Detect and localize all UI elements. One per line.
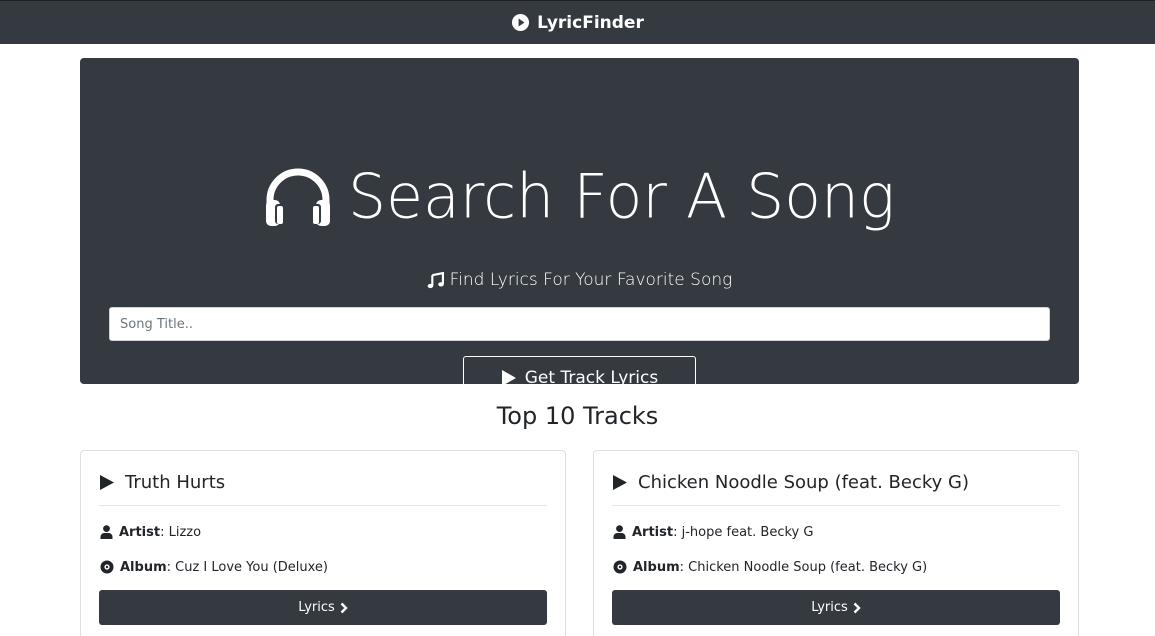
artist-value: Lizzo	[168, 524, 202, 540]
track-album: Album: Cuz I Love You (Deluxe)	[100, 557, 547, 577]
lyrics-button-label: Lyrics	[298, 600, 335, 615]
chevron-right-icon	[340, 602, 348, 613]
brand-link[interactable]: LyricFinder	[511, 13, 644, 33]
artist-value: j-hope feat. Becky G	[681, 524, 814, 540]
card-divider	[99, 505, 547, 506]
card-divider	[612, 505, 1060, 506]
track-album: Album: Chicken Noodle Soup (feat. Becky …	[613, 557, 1060, 577]
track-artist: Artist: j-hope feat. Becky G	[613, 522, 1060, 542]
artist-label: Artist	[632, 524, 674, 540]
play-icon	[501, 369, 516, 386]
get-track-lyrics-button[interactable]: Get Track Lyrics	[463, 356, 696, 399]
page-title-text: Search For A Song	[348, 161, 895, 233]
track-title: Truth Hurts	[99, 469, 547, 495]
page-title: Search For A Song	[80, 161, 1079, 233]
track-card: Truth Hurts Artist: Lizzo Album: Cuz I L…	[80, 450, 566, 636]
get-track-lyrics-label: Get Track Lyrics	[524, 367, 659, 388]
lyrics-button[interactable]: Lyrics	[99, 590, 547, 625]
headphones-icon	[266, 168, 330, 226]
compact-disc-icon	[613, 560, 627, 574]
play-icon	[100, 474, 114, 490]
user-icon	[100, 525, 113, 539]
album-value: Chicken Noodle Soup (feat. Becky G)	[688, 559, 928, 575]
top-tracks-heading: Top 10 Tracks	[496, 402, 659, 430]
subtitle: Find Lyrics For Your Favorite Song	[80, 266, 1079, 294]
album-value: Cuz I Love You (Deluxe)	[175, 559, 329, 575]
lyrics-button[interactable]: Lyrics	[612, 590, 1060, 625]
navbar: LyricFinder	[0, 0, 1155, 44]
album-label: Album	[120, 559, 167, 575]
subtitle-text: Find Lyrics For Your Favorite Song	[449, 270, 733, 290]
music-note-icon	[427, 271, 444, 288]
brand-name: LyricFinder	[537, 12, 644, 33]
chevron-right-icon	[853, 602, 861, 613]
track-title-text: Chicken Noodle Soup (feat. Becky G)	[638, 471, 969, 493]
track-artist: Artist: Lizzo	[100, 522, 547, 542]
album-label: Album	[633, 559, 680, 575]
search-jumbotron: Search For A Song Find Lyrics For Your F…	[80, 58, 1079, 399]
user-icon	[613, 525, 626, 539]
play-icon	[613, 474, 627, 490]
play-circle-icon	[512, 13, 530, 32]
compact-disc-icon	[100, 560, 114, 574]
artist-label: Artist	[119, 524, 161, 540]
song-title-input[interactable]	[109, 307, 1050, 341]
track-title: Chicken Noodle Soup (feat. Becky G)	[612, 469, 1060, 495]
track-title-text: Truth Hurts	[125, 471, 226, 493]
lyrics-button-label: Lyrics	[811, 600, 848, 615]
track-card: Chicken Noodle Soup (feat. Becky G) Arti…	[593, 450, 1079, 636]
